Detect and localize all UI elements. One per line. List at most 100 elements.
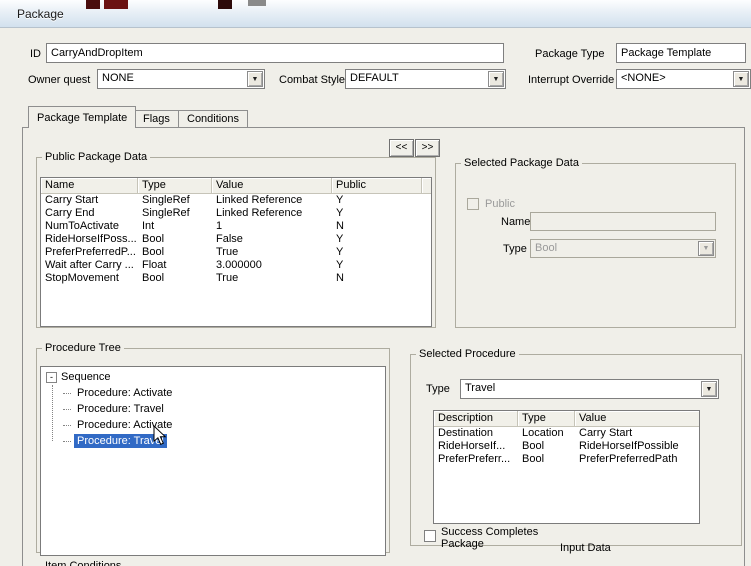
tree-item[interactable]: Procedure: Travel xyxy=(63,433,385,449)
success-completes-package-checkbox[interactable] xyxy=(424,530,436,542)
selected-procedure-table: Description Type Value Destination Location… xyxy=(433,410,700,524)
table-cell: 3.000000 xyxy=(216,259,262,271)
table-cell: NumToActivate xyxy=(45,220,119,232)
package-type-field[interactable]: Package Template xyxy=(616,43,746,63)
tab-conditions[interactable]: Conditions xyxy=(178,110,248,127)
table-cell: Y xyxy=(336,194,344,206)
column-header-filler xyxy=(422,178,431,194)
column-header[interactable]: Type xyxy=(518,411,575,427)
item-conditions-title: Item Conditions xyxy=(45,560,122,566)
tree-root-label: Sequence xyxy=(61,371,111,383)
tree-item[interactable]: Procedure: Activate xyxy=(63,385,385,401)
tree-item-label: Procedure: Travel xyxy=(77,403,164,415)
dropdown-arrow-icon[interactable]: ▼ xyxy=(247,71,263,87)
table-cell: PreferPreferr... xyxy=(438,453,511,465)
column-header[interactable]: Public xyxy=(332,178,422,194)
selected-procedure-group: Selected Procedure Type Travel ▼ Descrip… xyxy=(410,348,742,554)
table-cell: PreferPreferredP... xyxy=(45,246,136,258)
dropdown-arrow-icon: ▼ xyxy=(698,241,714,256)
background-window-fragment xyxy=(248,0,266,6)
public-checkbox[interactable] xyxy=(467,198,479,210)
owner-quest-select[interactable]: NONE ▼ xyxy=(97,69,265,89)
table-cell: 1 xyxy=(216,220,223,232)
next-page-button[interactable]: >> xyxy=(415,139,440,157)
procedure-tree-title: Procedure Tree xyxy=(45,342,121,354)
column-header[interactable]: Type xyxy=(138,178,212,194)
table-row[interactable]: Wait after Carry ... Float 3.000000 Y xyxy=(41,259,431,272)
table-cell: RideHorseIfPoss... xyxy=(45,233,137,245)
interrupt-override-select[interactable]: <NONE> ▼ xyxy=(616,69,751,89)
procedure-tree: - Sequence Procedure: Activate Procedure:… xyxy=(40,366,386,556)
table-cell: N xyxy=(336,220,344,232)
combat-style-label: Combat Style xyxy=(279,74,346,86)
public-package-data-group: Public Package Data Name Type Value Public … xyxy=(36,151,436,328)
table-cell: Bool xyxy=(142,272,165,284)
tree-connector xyxy=(63,392,71,394)
selected-procedure-title: Selected Procedure xyxy=(419,348,516,360)
table-cell: Y xyxy=(336,246,344,258)
table-row[interactable]: PreferPreferredP... Bool True Y xyxy=(41,246,431,259)
table-cell: Float xyxy=(142,259,167,271)
table-cell: Linked Reference xyxy=(216,194,303,206)
table-cell: RideHorseIf... xyxy=(438,440,506,452)
mouse-cursor-icon xyxy=(153,425,167,445)
dropdown-arrow-icon[interactable]: ▼ xyxy=(701,381,717,397)
table-row[interactable]: RideHorseIf... Bool RideHorseIfPossible xyxy=(434,440,699,453)
table-cell: True xyxy=(216,272,239,284)
window-title: Package xyxy=(17,7,64,21)
prev-page-button[interactable]: << xyxy=(389,139,414,157)
tree-root-item[interactable]: - Sequence xyxy=(46,369,385,385)
table-cell: PreferPreferredPath xyxy=(579,453,678,465)
table-cell: Y xyxy=(336,259,344,271)
table-row[interactable]: PreferPreferr... Bool PreferPreferredPath xyxy=(434,453,699,466)
combat-style-select[interactable]: DEFAULT ▼ xyxy=(345,69,506,89)
table-cell: Bool xyxy=(142,233,165,245)
column-header[interactable]: Description xyxy=(434,411,518,427)
table-row[interactable]: Destination Location Carry Start xyxy=(434,427,699,440)
table-cell: Y xyxy=(336,233,344,245)
procedure-tree-group: Procedure Tree - Sequence Procedure: Act… xyxy=(36,342,390,556)
table-header: Name Type Value Public xyxy=(41,178,431,194)
tree-item-label: Procedure: Activate xyxy=(77,387,173,399)
table-cell: SingleRef xyxy=(142,194,190,206)
tab-package-template[interactable]: Package Template xyxy=(28,106,137,128)
tree-connector xyxy=(63,424,71,426)
dropdown-arrow-icon[interactable]: ▼ xyxy=(733,71,749,87)
tree-children: Procedure: Activate Procedure: Travel Proc… xyxy=(51,385,385,449)
table-cell: N xyxy=(336,272,344,284)
tab-flags[interactable]: Flags xyxy=(134,110,179,127)
table-row[interactable]: RideHorseIfPoss... Bool False Y xyxy=(41,233,431,246)
interrupt-override-value: <NONE> xyxy=(621,72,666,84)
collapse-icon[interactable]: - xyxy=(46,371,57,383)
table-row[interactable]: StopMovement Bool True N xyxy=(41,272,431,285)
table-row[interactable]: Carry End SingleRef Linked Reference Y xyxy=(41,207,431,220)
table-cell: Int xyxy=(142,220,155,232)
tree-item[interactable]: Procedure: Activate xyxy=(63,417,385,433)
column-header[interactable]: Value xyxy=(212,178,332,194)
table-body: Destination Location Carry Start RideHorseI… xyxy=(434,427,699,466)
table-cell: Linked Reference xyxy=(216,207,303,219)
table-row[interactable]: NumToActivate Int 1 N xyxy=(41,220,431,233)
name-label: Name xyxy=(501,216,531,228)
procedure-type-label: Type xyxy=(426,383,450,395)
procedure-type-select[interactable]: Travel ▼ xyxy=(460,379,719,399)
success-completes-package-label: Success Completes Package xyxy=(441,526,539,550)
column-header[interactable]: Value xyxy=(575,411,699,427)
owner-quest-label: Owner quest xyxy=(28,74,91,86)
table-row[interactable]: Carry Start SingleRef Linked Reference Y xyxy=(41,194,431,207)
owner-quest-value: NONE xyxy=(102,72,134,84)
table-cell: False xyxy=(216,233,243,245)
package-dialog: Package ID CarryAndDropItem Package Type… xyxy=(0,0,751,566)
table-cell: RideHorseIfPossible xyxy=(579,440,679,452)
table-cell: Location xyxy=(522,427,564,439)
item-conditions-group: Item Conditions xyxy=(36,560,743,566)
id-input[interactable]: CarryAndDropItem xyxy=(46,43,504,63)
tree-item[interactable]: Procedure: Travel xyxy=(63,401,385,417)
dropdown-arrow-icon[interactable]: ▼ xyxy=(488,71,504,87)
tree-connector xyxy=(63,440,71,442)
table-cell: SingleRef xyxy=(142,207,190,219)
background-window-fragment xyxy=(104,0,128,9)
combat-style-value: DEFAULT xyxy=(350,72,399,84)
column-header[interactable]: Name xyxy=(41,178,138,194)
table-body: Carry Start SingleRef Linked Reference Y Car… xyxy=(41,194,431,285)
